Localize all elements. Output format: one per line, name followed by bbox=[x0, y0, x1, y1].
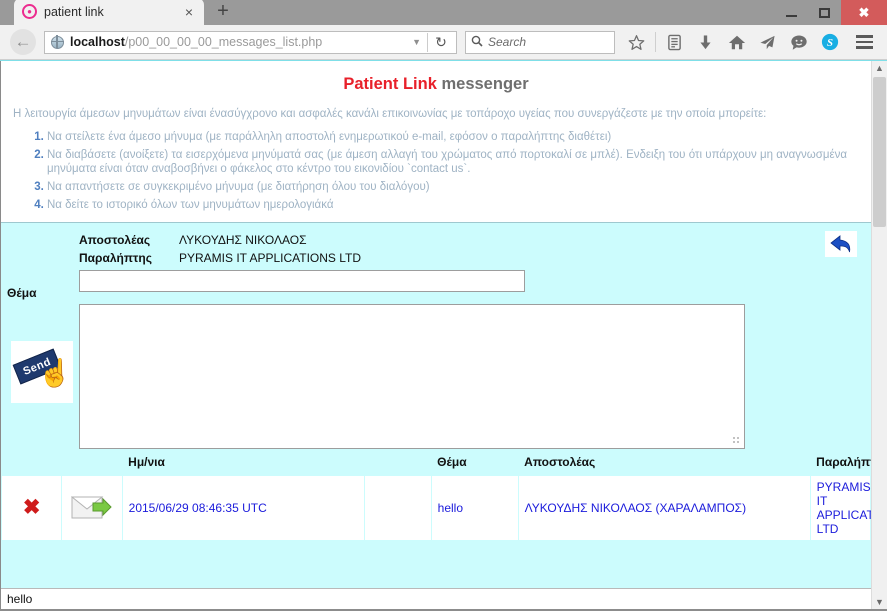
subject-label: Θέμα bbox=[7, 285, 37, 300]
compose-section: Θέμα Send ☝ Αποστολέας ΛΥΚΟΥΔΗΣ ΝΙΚΟΛΑΟΣ bbox=[1, 222, 871, 449]
steps-list: Να στείλετε ένα άμεσο μήνυμα (με παράλλη… bbox=[11, 130, 861, 213]
toolbar-icons: S bbox=[621, 27, 879, 57]
list-item: Να δείτε το ιστορικό όλων των μηνυμάτων … bbox=[47, 198, 861, 213]
browser-window: ● patient link × + ✖ ← localhost/p00_00_… bbox=[0, 0, 887, 611]
search-icon bbox=[471, 35, 483, 50]
patient-link-favicon: ● bbox=[22, 4, 37, 19]
status-text: hello bbox=[7, 592, 33, 606]
messages-table: Ημ/νια Θέμα Αποστολέας Παραλήπτης ✖ bbox=[1, 448, 871, 541]
scroll-down-icon[interactable]: ▼ bbox=[875, 595, 884, 609]
table-row[interactable]: ✖ 2015/06/29 08:46:35 UTC hello ΛΥΚΟΥΔΗΣ… bbox=[1, 474, 871, 541]
send-button[interactable]: Send ☝ bbox=[11, 340, 73, 403]
hamburger-menu[interactable] bbox=[849, 27, 879, 57]
web-page: Patient Link messenger Η λειτουργία άμεσ… bbox=[0, 61, 871, 609]
subject-input[interactable] bbox=[79, 269, 525, 292]
chevron-down-icon[interactable]: ▼ bbox=[406, 37, 427, 47]
url-bar[interactable]: localhost/p00_00_00_00_messages_list.php… bbox=[44, 30, 457, 54]
message-blank bbox=[363, 474, 432, 541]
compose-left-column: Θέμα Send ☝ bbox=[1, 223, 79, 449]
back-button[interactable]: ← bbox=[10, 29, 36, 55]
page-viewport: Patient Link messenger Η λειτουργία άμεσ… bbox=[0, 60, 887, 609]
message-recipient[interactable]: PYRAMIS IT APPLICATIONS LTD bbox=[809, 474, 871, 541]
skype-icon[interactable]: S bbox=[814, 27, 845, 57]
window-controls: ✖ bbox=[775, 0, 887, 25]
table-header-row: Ημ/νια Θέμα Αποστολέας Παραλήπτης bbox=[1, 448, 871, 476]
close-icon[interactable]: × bbox=[182, 5, 196, 19]
list-item: Να απαντήσετε σε συγκεκριμένο μήνυμα (με… bbox=[47, 180, 861, 195]
message-body-textarea[interactable] bbox=[79, 303, 745, 449]
sender-label: Αποστολέας bbox=[79, 232, 151, 247]
search-input[interactable]: Search bbox=[465, 30, 615, 54]
recipient-value: PYRAMIS IT APPLICATIONS LTD bbox=[179, 250, 362, 265]
column-header-subject: Θέμα bbox=[431, 448, 519, 476]
intro-section: Patient Link messenger Η λειτουργία άμεσ… bbox=[1, 61, 871, 223]
chat-bubble-icon[interactable] bbox=[783, 27, 814, 57]
download-icon[interactable] bbox=[690, 27, 721, 57]
scroll-up-icon[interactable]: ▲ bbox=[875, 61, 884, 75]
browser-tab[interactable]: ● patient link × bbox=[14, 0, 204, 25]
back-arrow-icon bbox=[830, 234, 851, 252]
recipient-row: Παραλήπτης PYRAMIS IT APPLICATIONS LTD bbox=[79, 251, 871, 265]
globe-icon bbox=[50, 35, 64, 49]
column-header-recipient: Παραλήπτης bbox=[810, 448, 871, 476]
send-button-graphic: Send ☝ bbox=[12, 346, 72, 398]
page-title: Patient Link messenger bbox=[11, 75, 861, 94]
brand-name: Patient Link bbox=[343, 75, 437, 93]
new-tab-button[interactable]: + bbox=[210, 0, 236, 24]
list-item: Να διαβάσετε (ανοίξετε) τα εισερχόμενα μ… bbox=[47, 148, 861, 177]
column-header-date: Ημ/νια bbox=[122, 448, 365, 476]
minimize-button[interactable] bbox=[775, 0, 808, 25]
url-text: localhost/p00_00_00_00_messages_list.php bbox=[70, 35, 406, 49]
message-subject[interactable]: hello bbox=[430, 474, 519, 541]
column-header-sender: Αποστολέας bbox=[518, 448, 811, 476]
column-header-blank bbox=[364, 448, 432, 476]
brand-suffix: messenger bbox=[441, 75, 529, 93]
divider bbox=[655, 32, 656, 52]
delete-icon[interactable]: ✖ bbox=[23, 496, 41, 519]
list-item: Να στείλετε ένα άμεσο μήνυμα (με παράλλη… bbox=[47, 130, 861, 145]
close-icon: ✖ bbox=[858, 5, 870, 20]
tab-title: patient link bbox=[44, 4, 104, 19]
column-header-status bbox=[61, 448, 123, 476]
scrollbar-thumb[interactable] bbox=[873, 77, 886, 227]
url-host: localhost bbox=[70, 35, 125, 49]
column-header-delete bbox=[1, 448, 62, 476]
title-bar: ● patient link × + ✖ bbox=[0, 0, 887, 25]
sender-value: ΛΥΚΟΥΔΗΣ ΝΙΚΟΛΑΟΣ bbox=[179, 232, 307, 247]
intro-paragraph: Η λειτουργία άμεσων μηνυμάτων είναι ένασ… bbox=[13, 108, 767, 120]
delete-cell[interactable]: ✖ bbox=[1, 474, 63, 541]
reload-icon[interactable]: ↻ bbox=[428, 34, 454, 51]
pointing-hand-icon: ☝ bbox=[38, 357, 72, 388]
message-date: 2015/06/29 08:46:35 UTC bbox=[121, 474, 365, 541]
status-cell[interactable] bbox=[61, 474, 123, 541]
home-icon[interactable] bbox=[721, 27, 752, 57]
messages-table-wrapper: Ημ/νια Θέμα Αποστολέας Παραλήπτης ✖ bbox=[1, 448, 871, 588]
page-scrollbar[interactable]: ▲ ▼ bbox=[871, 61, 887, 609]
tab-strip: ● patient link × + bbox=[14, 0, 236, 25]
search-placeholder: Search bbox=[488, 35, 527, 49]
message-sender[interactable]: ΛΥΚΟΥΔΗΣ ΝΙΚΟΛΑΟΣ (ΧΑΡΑΛΑΜΠΟΣ) bbox=[517, 474, 811, 541]
sender-row: Αποστολέας ΛΥΚΟΥΔΗΣ ΝΙΚΟΛΑΟΣ bbox=[79, 233, 871, 247]
navigation-toolbar: ← localhost/p00_00_00_00_messages_list.p… bbox=[0, 25, 887, 60]
compose-fields: Αποστολέας ΛΥΚΟΥΔΗΣ ΝΙΚΟΛΑΟΣ Παραλήπτης … bbox=[79, 223, 871, 449]
recipient-label: Παραλήπτης bbox=[79, 250, 152, 265]
send-paperplane-icon[interactable] bbox=[752, 27, 783, 57]
resize-grip[interactable] bbox=[732, 435, 741, 445]
svg-text:S: S bbox=[827, 37, 833, 49]
reader-list-icon[interactable] bbox=[659, 27, 690, 57]
bookmark-star-icon[interactable] bbox=[621, 27, 652, 57]
close-window-button[interactable]: ✖ bbox=[841, 0, 887, 25]
maximize-button[interactable] bbox=[808, 0, 841, 25]
back-arrow-button[interactable] bbox=[825, 230, 857, 257]
sent-envelope-icon[interactable] bbox=[68, 489, 117, 526]
status-bar: hello bbox=[1, 588, 871, 609]
url-path: /p00_00_00_00_messages_list.php bbox=[124, 35, 323, 49]
